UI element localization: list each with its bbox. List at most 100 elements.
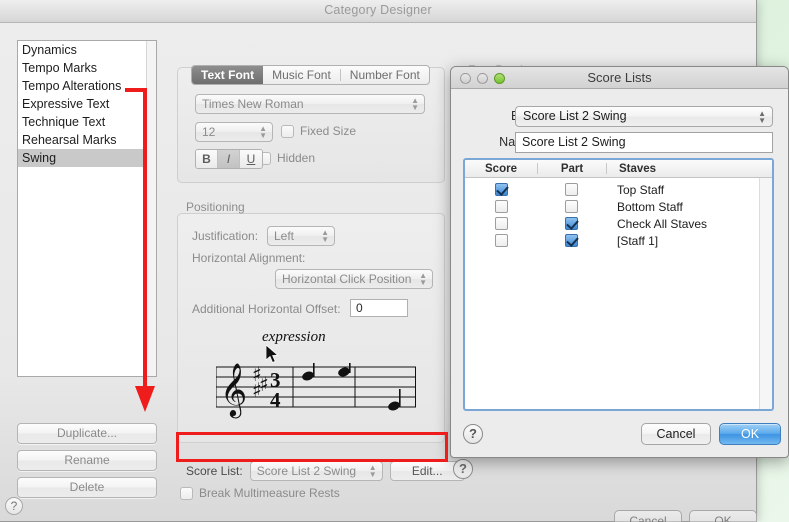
part-cell[interactable] — [537, 183, 605, 196]
staff-notation-svg: 𝄞 ♯ ♯ ♯ 3 4 — [216, 363, 416, 418]
justification-value: Left — [274, 229, 295, 243]
rename-button[interactable]: Rename — [17, 450, 157, 471]
page-title: Category Designer — [324, 3, 432, 17]
part-cell[interactable] — [537, 234, 605, 247]
chevron-updown-icon: ▲ ▼ — [411, 96, 419, 112]
staves-cell: Check All Staves — [617, 216, 708, 231]
part-checkbox[interactable] — [564, 183, 578, 196]
table-row[interactable]: Top Staff — [465, 181, 772, 198]
part-checkbox[interactable] — [564, 217, 578, 230]
edit-score-list-value: Score List 2 Swing — [523, 109, 627, 123]
justification-select[interactable]: Left ▲ ▼ — [267, 226, 335, 246]
score-list-help-icon[interactable]: ? — [453, 459, 473, 479]
name-input[interactable]: Score List 2 Swing — [515, 132, 773, 153]
font-family-select[interactable]: Times New Roman ▲ ▼ — [195, 94, 425, 114]
hidden-label: Hidden — [277, 151, 316, 165]
list-item[interactable]: Expressive Text — [18, 95, 156, 113]
music-notation-preview: expression 𝄞 ♯ ♯ ♯ 3 4 — [200, 323, 422, 421]
score-checkbox[interactable] — [494, 217, 508, 230]
delete-button[interactable]: Delete — [17, 477, 157, 498]
table-row[interactable]: Check All Staves — [465, 215, 772, 232]
category-list[interactable]: Dynamics Tempo Marks Tempo Alterations E… — [17, 40, 157, 377]
score-checkbox[interactable] — [494, 183, 508, 196]
chevron-updown-icon: ▲ ▼ — [259, 124, 267, 140]
score-cell[interactable] — [465, 183, 537, 196]
expression-text-sample: expression — [262, 329, 326, 345]
list-item[interactable]: Dynamics — [18, 41, 156, 59]
category-list-scrollbar[interactable] — [146, 41, 156, 376]
column-header-part: Part — [560, 162, 584, 175]
score-lists-dialog: Score Lists Edit: Score List 2 Swing ▲▼ … — [450, 66, 789, 458]
duplicate-button[interactable]: Duplicate... — [17, 423, 157, 444]
fixed-size-label: Fixed Size — [300, 124, 357, 138]
table-row[interactable]: [Staff 1] — [465, 232, 772, 249]
part-cell[interactable] — [537, 200, 605, 213]
score-lists-title: Score Lists — [587, 70, 652, 85]
score-lists-help-icon[interactable]: ? — [463, 424, 483, 444]
list-item[interactable]: Technique Text — [18, 113, 156, 131]
justification-label: Justification: — [192, 229, 259, 243]
score-lists-titlebar: Score Lists — [451, 67, 788, 89]
score-cell[interactable] — [465, 200, 537, 213]
list-item-selected[interactable]: Swing — [18, 149, 156, 167]
svg-text:𝄞: 𝄞 — [220, 363, 247, 418]
bold-button[interactable]: B — [196, 150, 218, 168]
mouse-cursor-icon — [266, 345, 279, 364]
chevron-updown-icon: ▲ ▼ — [321, 228, 329, 244]
fixed-size-checkbox[interactable] — [281, 124, 294, 138]
text-style-segmented-control[interactable]: B I U — [195, 149, 263, 169]
break-multimeasure-rests-checkbox[interactable] — [180, 486, 193, 500]
score-list-select[interactable]: Score List 2 Swing ▲ ▼ — [249, 461, 383, 481]
part-checkbox[interactable] — [564, 200, 578, 213]
horizontal-alignment-label: Horizontal Alignment: — [192, 251, 306, 265]
list-item[interactable]: Tempo Alterations — [18, 77, 156, 95]
column-header-score: Score — [485, 162, 517, 175]
score-cell[interactable] — [465, 234, 537, 247]
chevron-updown-icon: ▲ ▼ — [368, 463, 377, 479]
ok-button[interactable]: OK — [689, 510, 757, 522]
score-lists-cancel-button[interactable]: Cancel — [641, 423, 711, 445]
font-size-value: 12 — [202, 125, 216, 139]
staves-table[interactable]: Score Part Staves Top Staff Bottom Staff — [463, 158, 774, 411]
staves-cell: [Staff 1] — [617, 233, 659, 248]
part-cell[interactable] — [537, 217, 605, 230]
font-family-value: Times New Roman — [202, 97, 304, 111]
italic-button[interactable]: I — [218, 150, 240, 168]
score-list-row: Score List: Score List 2 Swing ▲ ▼ Edit..… — [186, 461, 465, 481]
horizontal-offset-label: Additional Horizontal Offset: — [192, 302, 341, 316]
horizontal-offset-input[interactable]: 0 — [350, 299, 408, 317]
table-row[interactable]: Bottom Staff — [465, 198, 772, 215]
cancel-button[interactable]: Cancel — [614, 510, 682, 522]
score-checkbox[interactable] — [494, 234, 508, 247]
horizontal-alignment-select[interactable]: Horizontal Click Position ▲ ▼ — [275, 269, 433, 289]
score-list-label: Score List: — [186, 464, 243, 478]
edit-score-list-select[interactable]: Score List 2 Swing ▲ ▼ — [515, 106, 773, 127]
positioning-group-label: Positioning — [186, 200, 245, 214]
score-cell[interactable] — [465, 217, 537, 230]
score-lists-ok-button[interactable]: OK — [719, 423, 781, 445]
list-item[interactable]: Tempo Marks — [18, 59, 156, 77]
table-body: Top Staff Bottom Staff Check All Staves … — [465, 178, 772, 249]
fixed-size-checkbox-row[interactable]: Fixed Size — [281, 124, 356, 138]
break-multimeasure-rests-row[interactable]: Break Multimeasure Rests — [180, 486, 340, 500]
font-size-select[interactable]: 12 ▲ ▼ — [195, 122, 273, 142]
score-list-value: Score List 2 Swing — [256, 464, 357, 478]
tab-text-font[interactable]: Text Font — [192, 66, 264, 84]
tab-number-font[interactable]: Number Font — [341, 66, 429, 84]
staves-cell: Bottom Staff — [617, 199, 683, 214]
hidden-checkbox-row[interactable]: Hidden — [258, 151, 315, 165]
chevron-updown-icon: ▲ ▼ — [419, 271, 427, 287]
list-item[interactable]: Rehearsal Marks — [18, 131, 156, 149]
part-checkbox[interactable] — [564, 234, 578, 247]
help-icon[interactable]: ? — [5, 497, 23, 515]
table-scrollbar[interactable] — [759, 178, 772, 409]
score-checkbox[interactable] — [494, 200, 508, 213]
table-header-row: Score Part Staves — [465, 160, 772, 178]
font-tab-strip[interactable]: Text Font Music Font Number Font — [191, 65, 430, 85]
underline-button[interactable]: U — [240, 150, 262, 168]
break-multimeasure-rests-label: Break Multimeasure Rests — [199, 486, 340, 500]
svg-text:4: 4 — [270, 388, 281, 412]
category-designer-titlebar: Category Designer — [0, 0, 756, 23]
tab-music-font[interactable]: Music Font — [263, 66, 340, 84]
screenshot-root: Category Designer Dynamics Tempo Marks T… — [0, 0, 789, 522]
